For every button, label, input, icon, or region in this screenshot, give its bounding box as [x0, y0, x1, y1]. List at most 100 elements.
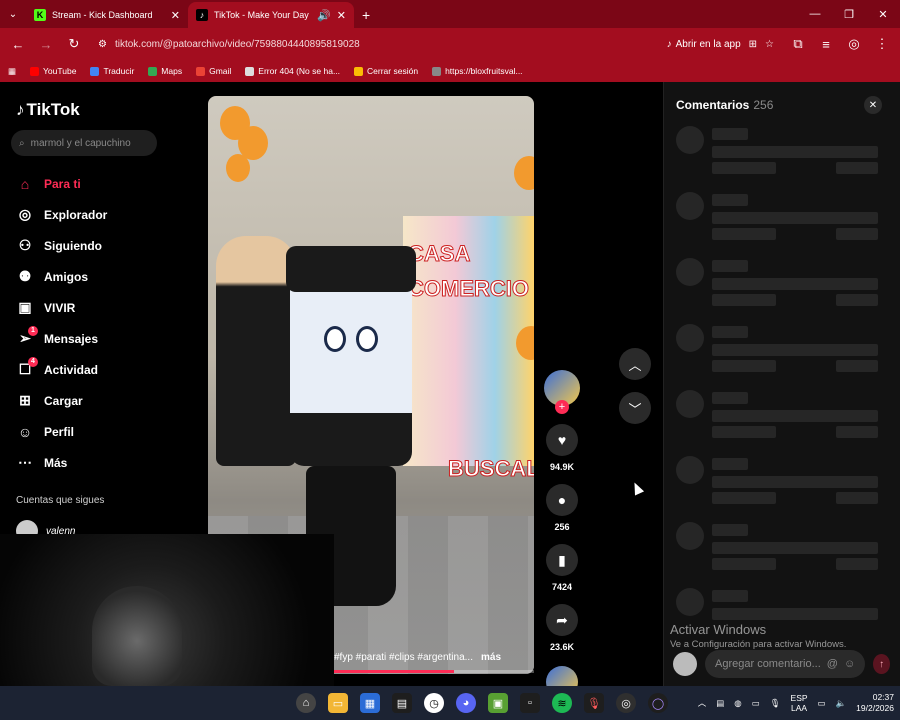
sidebar-item-vivir[interactable]: ▣ VIVIR — [16, 292, 107, 323]
next-video-button[interactable]: ﹀ — [619, 392, 651, 424]
close-tab-icon[interactable]: ✕ — [337, 9, 346, 22]
folder-icon[interactable]: ▭ — [328, 693, 348, 713]
sidebar-item-para-ti[interactable]: ⌂ Para ti — [16, 168, 107, 199]
language-indicator[interactable]: ESP LAA — [791, 693, 808, 713]
reading-list-icon[interactable]: ≡ — [814, 32, 838, 56]
home-icon: ⌂ — [20, 175, 30, 192]
mention-icon[interactable]: @ — [827, 658, 838, 670]
sidebar-item-actividad[interactable]: ☐ 4 Actividad — [16, 354, 107, 385]
clock[interactable]: 02:37 19/2/2026 — [856, 692, 894, 714]
back-icon[interactable]: ← — [6, 32, 30, 56]
browser-toolbar: ← → ↻ ⚙ tiktok.com/@patoarchivo/video/75… — [0, 28, 900, 60]
tiktok-logo[interactable]: ♪ TikTok — [16, 100, 80, 120]
comments-title: Comentarios 256 — [676, 98, 773, 112]
bookmarks-bar: ▦ YouTube Traducir Maps Gmail Error 404 … — [0, 60, 900, 82]
save-button[interactable]: ▮ — [546, 544, 578, 576]
bookmark-youtube[interactable]: YouTube — [30, 66, 76, 76]
more-link[interactable]: más — [481, 652, 501, 663]
discord-icon[interactable]: ◕ — [456, 693, 476, 713]
app-icon[interactable]: ◯ — [648, 693, 668, 713]
sidebar-item-perfil[interactable]: ☺ Perfil — [16, 416, 107, 447]
bookmark-bloxfruits[interactable]: https://bloxfruitsval... — [432, 66, 523, 76]
comment-input[interactable]: Agregar comentario... @ ☺ — [705, 650, 866, 678]
display-icon[interactable]: ▭ — [818, 698, 826, 709]
more-icon: ⋯ — [18, 454, 32, 470]
star-icon[interactable]: ☆ — [765, 39, 774, 50]
forward-icon[interactable]: → — [34, 32, 58, 56]
comment-button[interactable]: ● — [546, 484, 578, 516]
video-progress[interactable] — [334, 670, 534, 673]
sidebar-nav: ⌂ Para ti ◎ Explorador ⚇ Siguiendo ⚉ Amigos … — [16, 168, 108, 478]
follow-plus-icon[interactable]: + — [555, 400, 569, 414]
bookmark-label: Traducir — [103, 66, 135, 76]
tab-strip: ⌄ K Stream - Kick Dashboard ✕ ♪ TikTok -… — [0, 0, 900, 28]
open-in-app-button[interactable]: ♪ Abrir en la app — [667, 39, 741, 50]
live-icon: ▣ — [18, 299, 32, 315]
battery-icon[interactable]: ▭ — [752, 698, 760, 709]
clock-app-icon[interactable]: ◷ — [424, 693, 444, 713]
app-icon[interactable]: ▫ — [520, 693, 540, 713]
bookmark-maps[interactable]: Maps — [148, 66, 182, 76]
sidebar-item-amigos[interactable]: ⚉ Amigos — [16, 261, 107, 292]
send-comment-button[interactable]: ↑ — [873, 654, 890, 674]
store-sign: CASA COMERCIO — [408, 240, 530, 302]
close-window-icon[interactable]: ✕ — [866, 0, 900, 28]
search-input[interactable]: ⌕ marmol y el capuchino — [11, 130, 157, 156]
volume-icon[interactable]: 🔈 — [836, 698, 847, 709]
apps-icon[interactable]: ▦ — [8, 66, 16, 77]
reload-icon[interactable]: ↻ — [62, 32, 86, 56]
security-icon[interactable]: ◍ — [734, 698, 741, 709]
page-icon — [354, 66, 364, 76]
previous-video-button[interactable]: ︿ — [619, 348, 651, 380]
bookmark-gmail[interactable]: Gmail — [196, 66, 231, 76]
menu-icon[interactable]: ⋮ — [870, 32, 894, 56]
tab-kick[interactable]: K Stream - Kick Dashboard ✕ — [26, 2, 188, 28]
site-info-icon[interactable]: ⚙ — [98, 39, 107, 50]
restore-icon[interactable]: ❐ — [832, 0, 866, 28]
caption-text: #fyp #parati #clips #argentina... — [334, 652, 473, 663]
video-caption[interactable]: #fyp #parati #clips #argentina... más — [334, 652, 501, 663]
sidebar-item-siguiendo[interactable]: ⚇ Siguiendo — [16, 230, 107, 261]
comment-skeleton — [676, 456, 890, 508]
sidebar-item-mensajes[interactable]: ➢ 1 Mensajes — [16, 323, 107, 354]
sidebar-item-label: Explorador — [44, 207, 108, 222]
bookmark-translate[interactable]: Traducir — [90, 66, 134, 76]
extensions-icon[interactable]: ⧉ — [786, 32, 810, 56]
like-button[interactable]: ♥ — [546, 424, 578, 456]
tab-tiktok[interactable]: ♪ TikTok - Make Your Day 🔊 ✕ — [188, 2, 354, 28]
app-icon[interactable]: ⌂ — [296, 693, 316, 713]
bookmark-logout[interactable]: Cerrar sesión — [354, 66, 418, 76]
app-icon[interactable]: ◎ — [616, 693, 636, 713]
sidebar-item-label: Cargar — [44, 393, 83, 408]
sidebar-item-label: Mensajes — [44, 331, 99, 346]
close-tab-icon[interactable]: ✕ — [171, 9, 180, 22]
bookmark-error[interactable]: Error 404 (No se ha... — [245, 66, 340, 76]
new-tab-button[interactable]: + — [354, 2, 380, 28]
creator-avatar[interactable]: + — [544, 370, 580, 414]
bookmark-label: https://bloxfruitsval... — [445, 66, 523, 76]
microphone-icon[interactable]: 🎙 — [584, 693, 604, 713]
avatar — [673, 652, 697, 676]
sidebar-item-explorador[interactable]: ◎ Explorador — [16, 199, 107, 230]
address-bar[interactable]: ⚙ tiktok.com/@patoarchivo/video/75988044… — [90, 32, 782, 56]
friends-icon: ⚉ — [18, 268, 32, 284]
store-icon[interactable]: ▦ — [360, 693, 380, 713]
task-view-icon[interactable]: ▤ — [392, 693, 412, 713]
sidebar-item-cargar[interactable]: ⊞ Cargar — [16, 385, 107, 416]
sidebar-item-mas[interactable]: ⋯ Más — [16, 447, 107, 478]
chevron-up-icon[interactable]: ︿ — [698, 697, 707, 709]
emoji-icon[interactable]: ☺ — [844, 658, 855, 670]
close-comments-button[interactable]: ✕ — [864, 96, 882, 114]
audio-icon[interactable]: 🔊 — [317, 9, 331, 22]
spotify-icon[interactable]: ≋ — [552, 693, 572, 713]
comment-skeleton — [676, 258, 890, 310]
minimize-icon[interactable]: — — [798, 0, 832, 28]
share-button[interactable]: ➦ — [546, 604, 578, 636]
tab-search-icon[interactable]: ⌄ — [0, 0, 26, 28]
translate-icon[interactable]: ⊞ — [749, 39, 757, 50]
profile-icon[interactable]: ◎ — [842, 32, 866, 56]
minecraft-icon[interactable]: ▣ — [488, 693, 508, 713]
tiktok-icon: ♪ — [196, 9, 208, 21]
network-icon[interactable]: ▤ — [716, 698, 724, 709]
microphone-icon[interactable]: 🎙 — [770, 698, 781, 709]
